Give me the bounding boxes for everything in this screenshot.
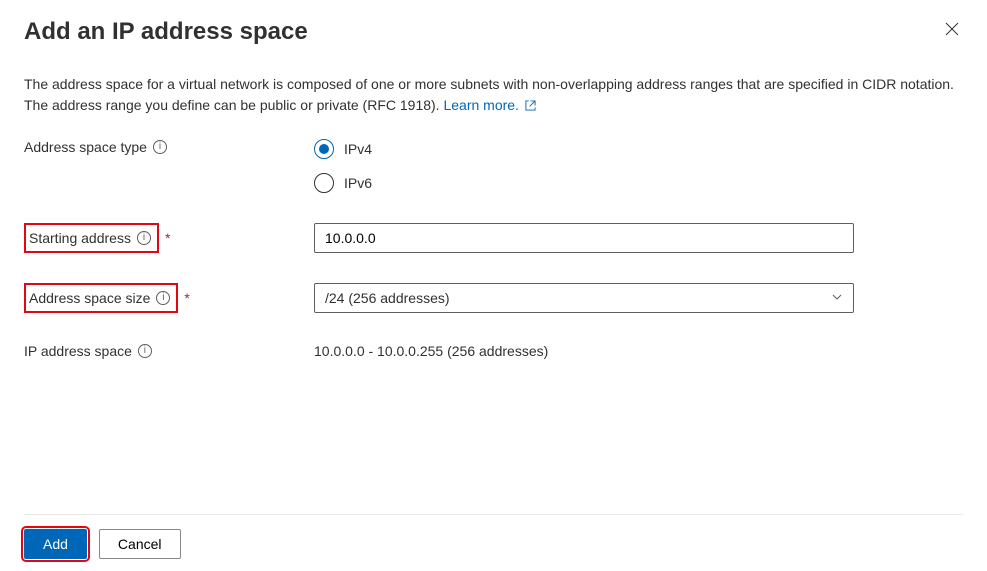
page-title: Add an IP address space <box>24 18 941 46</box>
starting-address-input[interactable] <box>314 223 854 253</box>
close-icon <box>945 24 959 39</box>
cancel-button[interactable]: Cancel <box>99 529 181 559</box>
radio-ipv4-label: IPv4 <box>344 141 372 157</box>
label-address-space-type: Address space type <box>24 139 147 155</box>
intro-text: The address space for a virtual network … <box>24 74 963 117</box>
label-address-space-size: Address space size <box>29 290 150 306</box>
info-icon[interactable]: i <box>137 231 151 245</box>
radio-button-icon <box>314 173 334 193</box>
radio-ipv6-label: IPv6 <box>344 175 372 191</box>
label-ip-address-space: IP address space <box>24 343 132 359</box>
required-marker: * <box>165 230 170 246</box>
info-icon[interactable]: i <box>156 291 170 305</box>
address-space-size-value: /24 (256 addresses) <box>325 290 450 306</box>
learn-more-label: Learn more. <box>443 97 518 113</box>
info-icon[interactable]: i <box>153 140 167 154</box>
radio-ipv4[interactable]: IPv4 <box>314 139 854 159</box>
ip-address-space-value: 10.0.0.0 - 10.0.0.255 (256 addresses) <box>314 343 548 359</box>
external-link-icon <box>525 96 536 117</box>
address-space-type-radio-group: IPv4 IPv6 <box>314 139 854 193</box>
footer-separator <box>24 514 963 515</box>
close-button[interactable] <box>941 18 963 40</box>
address-space-size-select[interactable]: /24 (256 addresses) <box>314 283 854 313</box>
chevron-down-icon <box>831 290 843 306</box>
radio-ipv6[interactable]: IPv6 <box>314 173 854 193</box>
add-button[interactable]: Add <box>24 529 87 559</box>
radio-button-icon <box>314 139 334 159</box>
info-icon[interactable]: i <box>138 344 152 358</box>
learn-more-link[interactable]: Learn more. <box>443 97 535 113</box>
label-starting-address: Starting address <box>29 230 131 246</box>
required-marker: * <box>184 290 189 306</box>
